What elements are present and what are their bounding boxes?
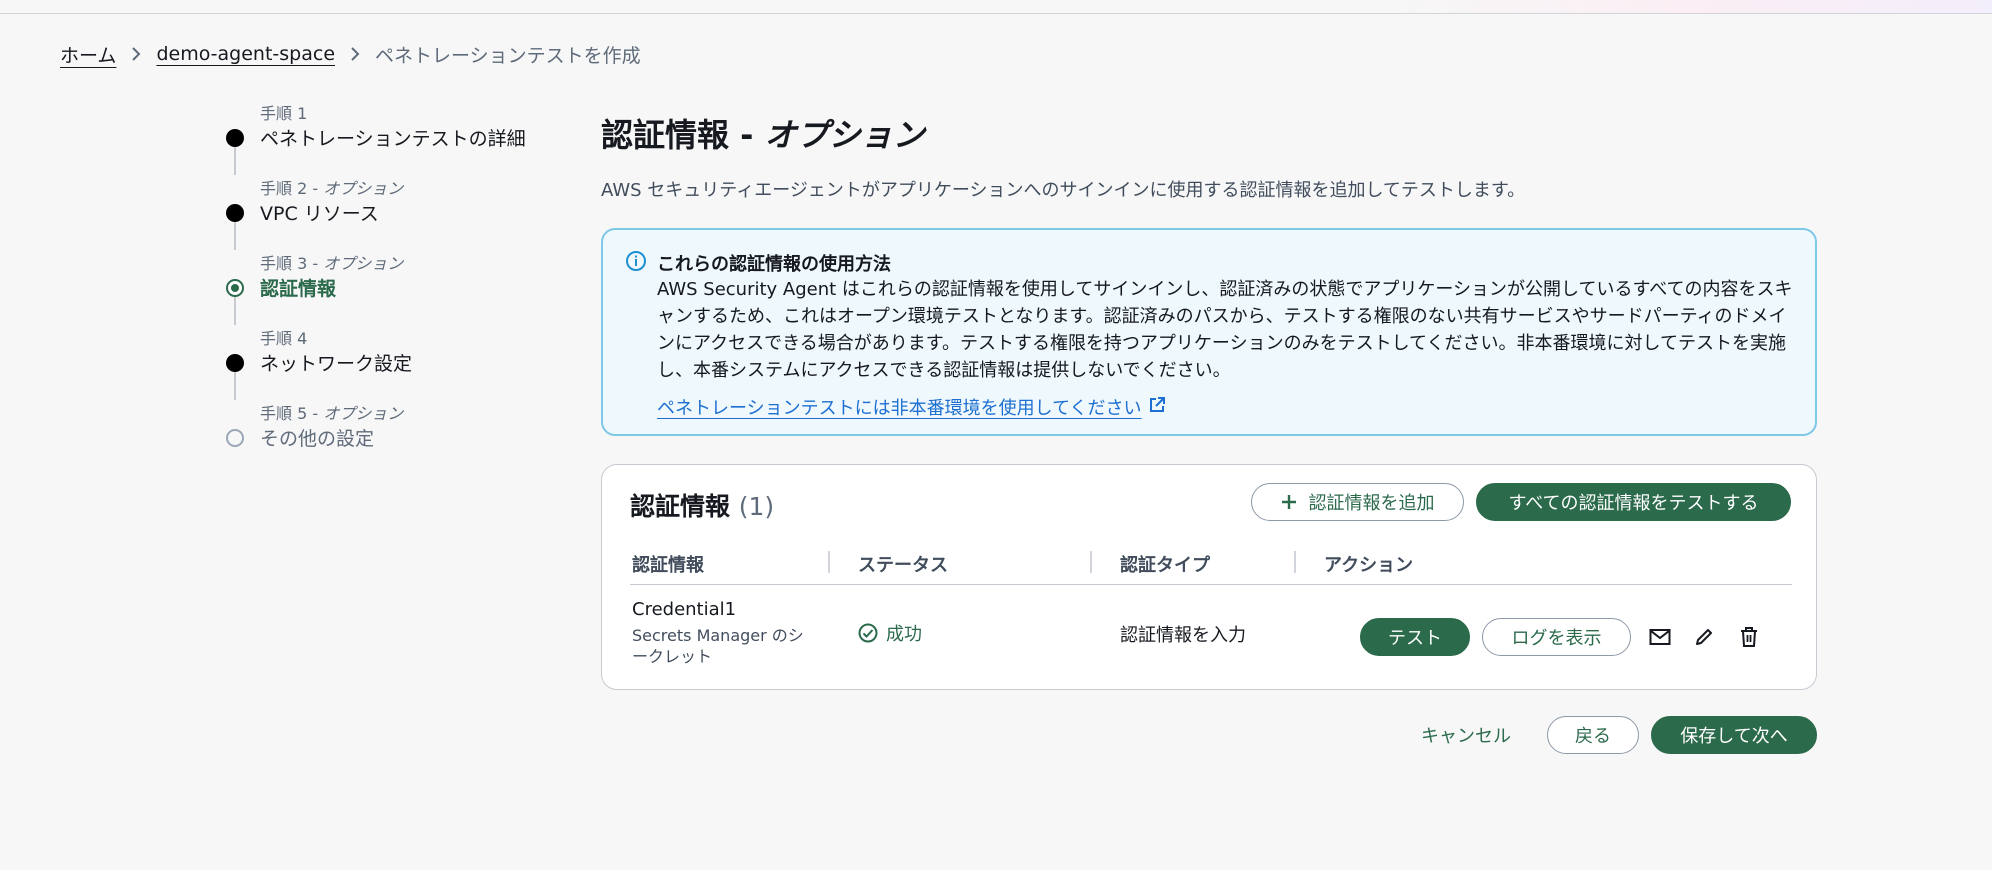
step-title: ペネトレーションテストの詳細 [260,128,526,150]
info-body: AWS Security Agent はこれらの認証情報を使用してサインインし、… [657,279,1793,381]
column-header-auth-type: 認証タイプ [1120,555,1210,576]
breadcrumb-current: ペネトレーションテストを作成 [375,44,641,67]
step-number: 手順 5 - オプション [260,404,404,423]
main-content: 認証情報 - オプション AWS セキュリティエージェントがアプリケーションへの… [601,110,1817,754]
view-log-button[interactable]: ログを表示 [1482,618,1631,656]
plus-icon [1281,494,1297,510]
breadcrumb-home-link[interactable]: ホーム [60,41,116,68]
status-text: 成功 [886,624,922,645]
wizard-step-4[interactable]: 手順 4 ネットワーク設定 [220,325,540,395]
non-production-link[interactable]: ペネトレーションテストには非本番環境を使用してください [657,394,1166,420]
step-number: 手順 4 [260,329,308,348]
column-header-actions: アクション [1324,555,1414,576]
credentials-count: (1) [738,492,775,521]
top-bar [0,0,1992,14]
page-description: AWS セキュリティエージェントがアプリケーションへのサインインに使用する認証情… [601,180,1526,201]
link-label: ペネトレーションテストには非本番環境を使用してください [657,398,1142,419]
step-pending-icon [226,429,244,447]
chevron-right-icon [116,46,156,62]
credentials-title: 認証情報 (1) [630,492,775,521]
email-icon[interactable] [1646,623,1674,651]
step-title: その他の設定 [260,428,375,450]
test-all-credentials-button[interactable]: すべての認証情報をテストする [1476,483,1791,521]
step-complete-icon [226,204,244,222]
external-link-icon [1148,396,1166,419]
info-heading: これらの認証情報の使用方法 [657,254,891,275]
status-badge: 成功 [858,620,922,646]
column-divider [1090,551,1092,573]
step-title: 認証情報 [260,278,337,300]
step-number: 手順 1 [260,104,308,123]
table-header: 認証情報 ステータス 認証タイプ アクション [630,545,1792,585]
save-and-next-button[interactable]: 保存して次へ [1651,716,1817,754]
column-header-status: ステータス [858,555,948,576]
edit-icon[interactable] [1690,623,1718,651]
add-credential-label: 認証情報を追加 [1308,493,1435,514]
step-number: 手順 2 - オプション [260,179,404,198]
chevron-right-icon [335,46,375,62]
breadcrumb-space-link[interactable]: demo-agent-space [156,43,335,65]
cancel-button[interactable]: キャンセル [1411,716,1521,754]
column-divider [1294,551,1296,573]
step-number: 手順 3 - オプション [260,254,404,273]
step-complete-icon [226,129,244,147]
auth-type: 認証情報を入力 [1120,625,1246,646]
step-title: ネットワーク設定 [260,353,413,375]
breadcrumb: ホーム demo-agent-space ペネトレーションテストを作成 [60,40,641,68]
credential-name: Credential1 [632,599,737,620]
page-title: 認証情報 - オプション [601,116,925,154]
step-current-icon [226,279,244,297]
credentials-table: 認証情報 (1) 認証情報を追加 すべての認証情報をテストする 認証情報 ステー… [601,464,1817,690]
wizard-footer: キャンセル 戻る 保存して次へ [601,716,1817,756]
delete-icon[interactable] [1735,623,1763,651]
wizard-step-5: 手順 5 - オプション その他の設定 [220,400,540,470]
check-circle-icon [858,623,878,643]
step-complete-icon [226,354,244,372]
wizard-step-1[interactable]: 手順 1 ペネトレーションテストの詳細 [220,100,540,170]
step-title: VPC リソース [260,203,379,225]
column-header-credential: 認証情報 [632,555,704,576]
column-divider [828,551,830,573]
add-credential-button[interactable]: 認証情報を追加 [1251,483,1464,521]
info-alert: これらの認証情報の使用方法 AWS Security Agent はこれらの認証… [601,228,1817,436]
wizard-step-2[interactable]: 手順 2 - オプション VPC リソース [220,175,540,245]
test-credential-button[interactable]: テスト [1360,618,1470,656]
wizard-step-3: 手順 3 - オプション 認証情報 [220,250,540,320]
credential-source: Secrets Manager のシークレット [632,626,804,666]
back-button[interactable]: 戻る [1547,716,1639,754]
info-icon [625,250,647,272]
